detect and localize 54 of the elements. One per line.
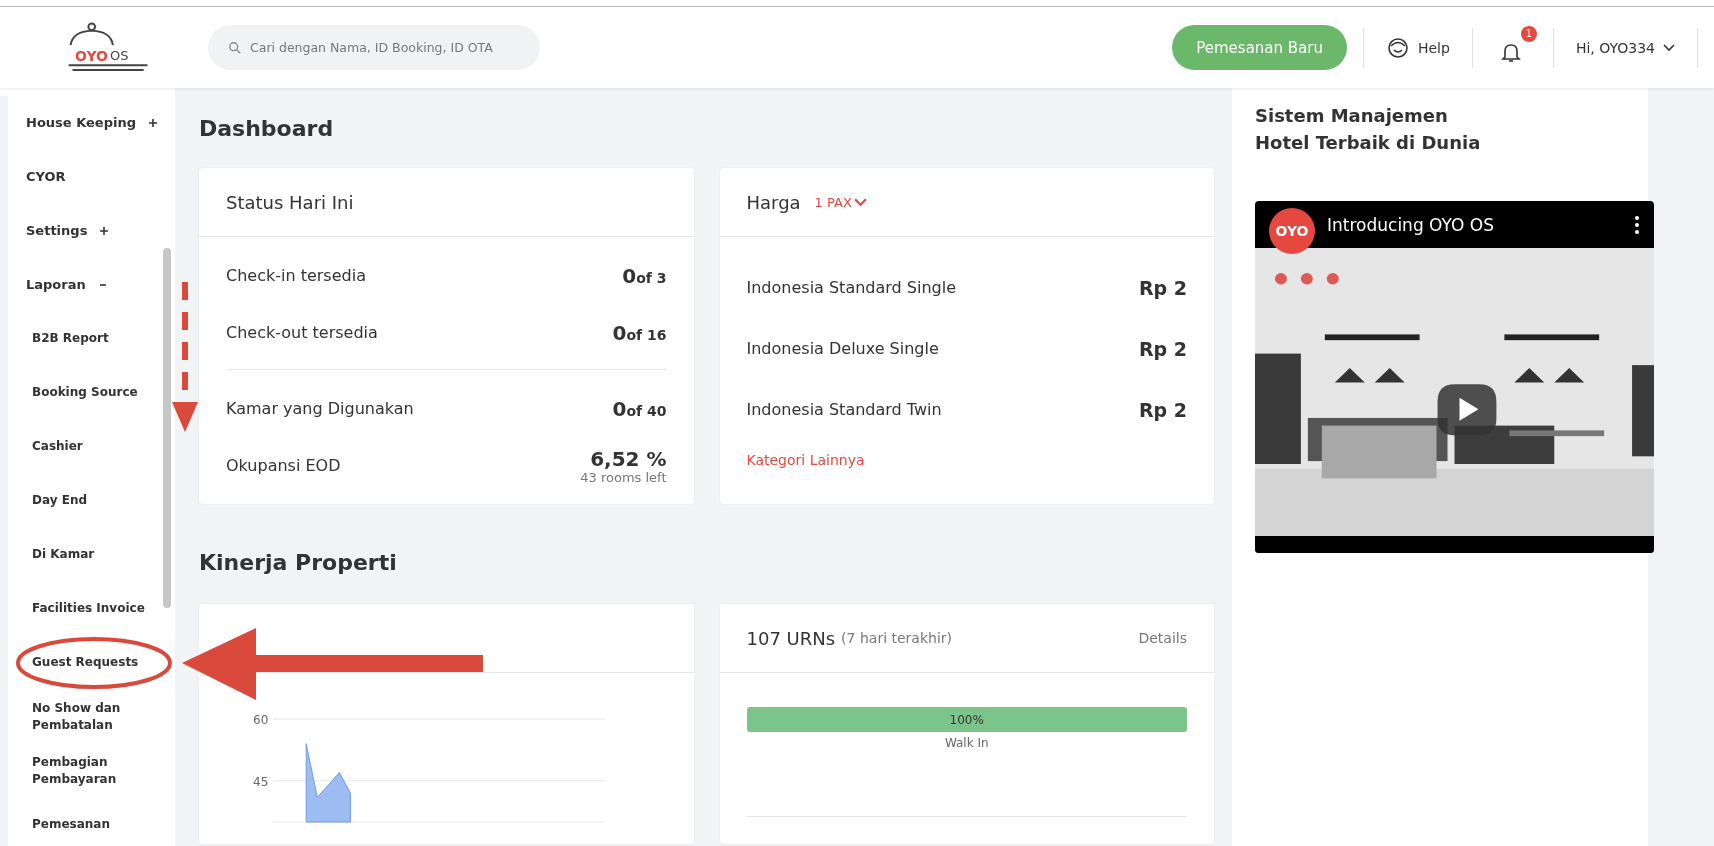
card-title: 107 URNs bbox=[746, 627, 836, 649]
channel-logo[interactable]: OYO bbox=[1269, 207, 1315, 254]
more-categories-link[interactable]: Kategori Lainnya bbox=[746, 452, 865, 468]
logo-suffix: OS bbox=[109, 47, 129, 64]
room-price: Rp 2 bbox=[1138, 276, 1187, 299]
promo-heading: Sistem Manajemen Hotel Terbaik di Dunia bbox=[1255, 104, 1482, 155]
search-field[interactable]: Cari dengan Nama, ID Booking, ID OTA bbox=[208, 25, 540, 70]
video-player[interactable]: OYO Introducing OYO OS bbox=[1255, 201, 1654, 553]
logo-brand: OYO bbox=[75, 47, 108, 64]
sidebar-subitem[interactable]: Guest Requests bbox=[8, 654, 166, 672]
stat-value: 6,52 % bbox=[590, 447, 667, 471]
card-title: Harga bbox=[746, 191, 801, 213]
sidebar-subitem[interactable]: Pemesanan bbox=[8, 816, 166, 834]
room-price: Rp 2 bbox=[1138, 337, 1187, 360]
sidebar-item[interactable]: House Keeping bbox=[8, 113, 158, 133]
stat-value: 0of 3 bbox=[622, 263, 667, 288]
stat-note: 43 rooms left bbox=[580, 471, 667, 484]
pax-dropdown[interactable]: 1 PAX bbox=[814, 194, 867, 210]
sidebar-subitem[interactable]: Booking Source bbox=[8, 384, 166, 402]
stat-label: Check-out tersedia bbox=[226, 323, 378, 342]
notifications-button[interactable]: 1 bbox=[1488, 25, 1537, 70]
bar-caption: Walk In bbox=[944, 736, 989, 750]
video-title[interactable]: Introducing OYO OS bbox=[1327, 214, 1494, 235]
sidebar-subitem[interactable]: B2B Report bbox=[8, 330, 166, 348]
axis-label: 60 bbox=[253, 713, 269, 727]
user-menu[interactable]: Hi, OYO334 bbox=[1569, 35, 1681, 60]
stat-value: 0of 16 bbox=[612, 320, 667, 345]
sidebar-item[interactable]: Laporan bbox=[8, 275, 108, 295]
room-price: Rp 2 bbox=[1138, 398, 1187, 421]
progress-fill: 100% bbox=[746, 707, 1187, 732]
sidebar-subitem[interactable]: Pembagian Pembayaran bbox=[8, 753, 166, 789]
axis-label: 45 bbox=[253, 774, 269, 789]
details-link[interactable]: Details bbox=[1138, 630, 1187, 646]
notification-count: 1 bbox=[1520, 25, 1537, 42]
sidebar-subitem[interactable]: No Show dan Pembatalan bbox=[8, 699, 166, 735]
logo[interactable]: OYO OS bbox=[65, 21, 165, 74]
section-title: Kinerja Properti bbox=[199, 549, 398, 577]
stat-label: Check-in tersedia bbox=[226, 266, 366, 285]
stat-label: Okupansi EOD bbox=[226, 456, 341, 475]
help-button[interactable]: Help bbox=[1379, 31, 1456, 64]
sidebar-subitem[interactable]: Cashier bbox=[8, 438, 166, 456]
sidebar-subitem[interactable]: Di Kamar bbox=[8, 546, 166, 564]
room-type: Indonesia Standard Twin bbox=[746, 400, 942, 419]
card-title: Status Hari Ini bbox=[226, 191, 354, 213]
room-type: Indonesia Standard Single bbox=[746, 278, 957, 297]
card-subtitle: (7 hari terakhir) bbox=[841, 630, 952, 646]
sidebar-item[interactable]: Settings bbox=[8, 221, 110, 241]
sidebar-subitem[interactable]: Day End bbox=[8, 492, 166, 510]
stat-label: Kamar yang Digunakan bbox=[226, 399, 414, 418]
sidebar-subitem[interactable]: Facilities Invoice bbox=[8, 600, 166, 618]
sidebar-item[interactable]: CYOR bbox=[8, 167, 66, 187]
stat-value: 0of 40 bbox=[612, 396, 667, 421]
section-title: Dashboard bbox=[199, 115, 335, 143]
room-type: Indonesia Deluxe Single bbox=[746, 339, 939, 358]
